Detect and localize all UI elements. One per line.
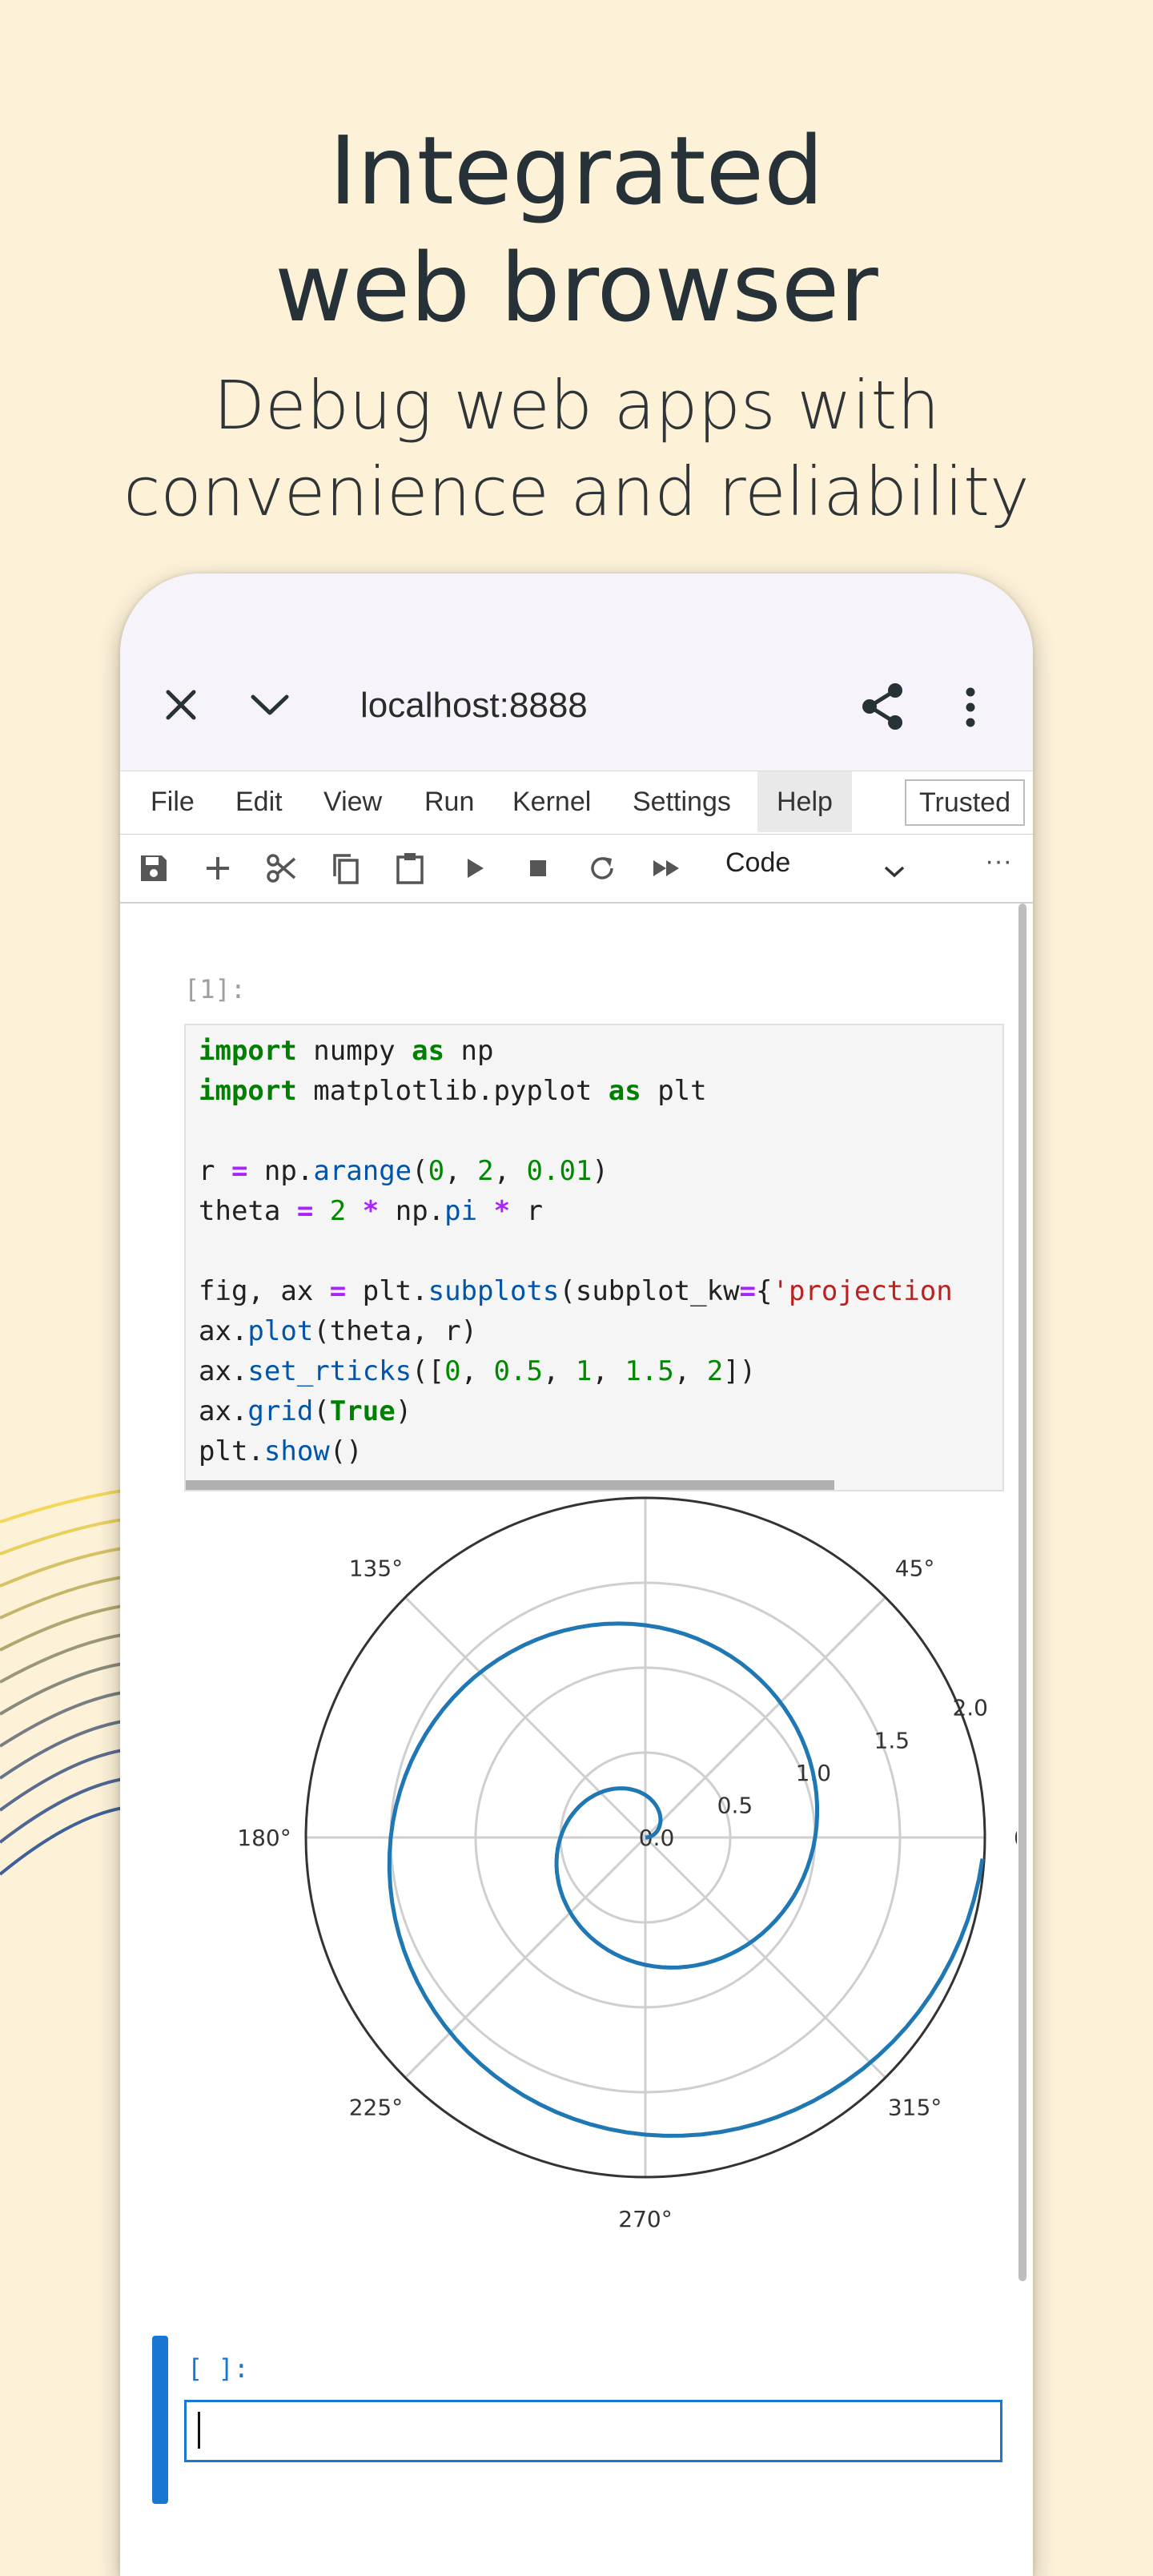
angle-tick-label: 180° <box>237 1825 291 1851</box>
url-field[interactable]: localhost:8888 <box>360 686 588 726</box>
code-line-5: theta = 2 * np.pi * r <box>199 1195 544 1227</box>
horizontal-scrollbar[interactable] <box>186 1480 834 1490</box>
add-icon[interactable] <box>199 849 237 888</box>
close-icon[interactable] <box>163 687 199 722</box>
save-icon[interactable] <box>135 849 173 888</box>
paste-icon[interactable] <box>391 849 429 888</box>
code-line-1: import numpy as np <box>199 1035 494 1067</box>
cell-prompt-empty: [ ]: <box>187 2353 250 2384</box>
radial-tick-label: 2.0 <box>952 1695 988 1721</box>
radial-tick-label: 0.5 <box>717 1792 753 1818</box>
code-line-9: ax.set_rticks([0, 0.5, 1, 1.5, 2]) <box>199 1355 757 1387</box>
promo-subline: Debug web apps with convenience and reli… <box>0 362 1153 535</box>
angle-tick-label: 315° <box>888 2095 942 2121</box>
code-line-11: plt.show() <box>199 1435 363 1467</box>
grid-spoke <box>644 1836 886 2079</box>
code-line-10: ax.grid(True) <box>199 1395 412 1427</box>
vertical-scrollbar[interactable] <box>1018 904 1026 2281</box>
code-line-7: fig, ax = plt.subplots(subplot_kw={'proj… <box>199 1275 953 1307</box>
polar-plot: 0°45°90°135°180°225°270°315°0.00.51.01.5… <box>237 1496 1017 2232</box>
run-icon[interactable] <box>455 849 493 888</box>
stop-icon[interactable] <box>519 849 557 888</box>
angle-tick-label: 0° <box>1014 1825 1017 1851</box>
cell-type-select[interactable]: Code <box>725 847 790 879</box>
menu-help[interactable]: Help <box>757 771 852 832</box>
menu-view[interactable]: View <box>323 771 382 832</box>
code-line-4: r = np.arange(0, 2, 0.01) <box>199 1155 609 1187</box>
menu-run[interactable]: Run <box>424 771 474 832</box>
angle-tick-label: 45° <box>895 1555 935 1581</box>
grid-spoke <box>404 1836 647 2079</box>
code-line-2: import matplotlib.pyplot as plt <box>199 1075 707 1107</box>
menu-bar: File Edit View Run Kernel Settings Help … <box>120 771 1033 835</box>
copy-icon[interactable] <box>327 849 365 888</box>
menu-kernel[interactable]: Kernel <box>512 771 591 832</box>
trusted-badge[interactable]: Trusted <box>904 779 1025 826</box>
code-input[interactable] <box>184 2400 1002 2462</box>
fast-forward-icon[interactable] <box>647 849 685 888</box>
angle-tick-label: 270° <box>618 2206 672 2232</box>
cell-prompt: [1]: <box>184 974 247 1004</box>
angle-tick-label: 135° <box>349 1555 403 1581</box>
menu-file[interactable]: File <box>151 771 195 832</box>
headline-line-1: Integrated <box>329 115 824 226</box>
more-horiz-icon[interactable]: ··· <box>985 846 1012 877</box>
promo-headline: Integrated web browser <box>0 112 1153 346</box>
restart-icon[interactable] <box>583 849 621 888</box>
chevron-down-icon[interactable] <box>882 863 906 879</box>
notebook-toolbar: Code ··· <box>120 835 1033 904</box>
code-line-8: ax.plot(theta, r) <box>199 1315 478 1347</box>
grid-spoke <box>404 1596 647 1839</box>
chevron-down-icon[interactable] <box>248 690 291 719</box>
text-caret <box>198 2412 200 2449</box>
angle-tick-label: 225° <box>349 2095 403 2121</box>
phone-frame: localhost:8888 File Edit View Run Kernel… <box>120 574 1033 2576</box>
radial-tick-label: 1.5 <box>874 1727 910 1753</box>
more-vert-icon[interactable] <box>964 687 977 727</box>
decorative-arcs <box>0 1488 128 1876</box>
code-cell[interactable]: import numpy as np import matplotlib.pyp… <box>184 1024 1004 1491</box>
menu-edit[interactable]: Edit <box>235 771 283 832</box>
active-cell-indicator <box>152 2336 168 2504</box>
menu-settings[interactable]: Settings <box>633 771 731 832</box>
headline-line-2: web browser <box>275 232 878 343</box>
cut-icon[interactable] <box>263 849 301 888</box>
share-icon[interactable] <box>860 682 905 731</box>
subline-line-2: convenience and reliability <box>123 453 1030 531</box>
browser-toolbar: localhost:8888 <box>120 574 1033 771</box>
subline-line-1: Debug web apps with <box>213 366 940 445</box>
